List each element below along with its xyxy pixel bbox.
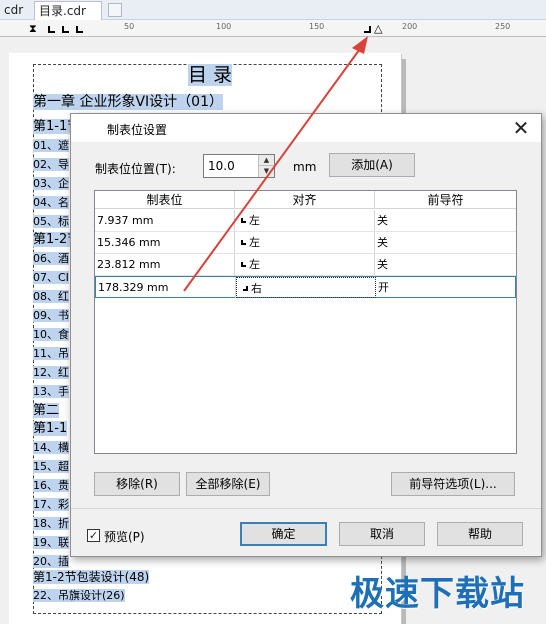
tab-position-input[interactable]	[204, 155, 258, 177]
toc-item-line: 17、彩	[33, 498, 69, 511]
toc-section-line: 第1-1	[33, 421, 68, 436]
toc-item-line: 15、超	[33, 460, 69, 473]
toc-item-line: 13、手	[33, 385, 69, 398]
remove-button[interactable]: 移除(R)	[94, 472, 180, 496]
leader-options-button[interactable]: 前导符选项(L)...	[391, 472, 515, 496]
remove-all-button[interactable]: 全部移除(E)	[186, 472, 270, 496]
tab-alignment-cell[interactable]: 左	[235, 210, 375, 231]
tab-position-label: 制表位位置(T):	[95, 162, 176, 176]
alignment-label: 左	[249, 258, 260, 271]
dialog-titlebar[interactable]: 制表位设置 ✕	[71, 114, 541, 142]
toc-item-line: 11、吊	[33, 347, 69, 360]
toc-section-line: 第1-2节包装设计(48)	[33, 570, 150, 584]
ruler-label: 150	[309, 22, 325, 31]
horizontal-ruler[interactable]: ⧗ △ 50 100 150 200 250	[0, 20, 546, 37]
preview-label: 预览(P)	[104, 530, 145, 544]
help-button[interactable]: 帮助	[437, 522, 523, 546]
tab-leader-cell[interactable]: 关	[375, 254, 516, 275]
toc-item-line: 06、酒	[33, 252, 69, 265]
tab-leader-cell[interactable]: 开	[376, 277, 517, 298]
toc-item-line: 04、名	[33, 196, 69, 209]
toc-item-line: 09、书	[33, 309, 69, 322]
tab-position-cell[interactable]: 7.937 mm	[95, 210, 235, 231]
chevron-down-icon[interactable]: ▼	[258, 166, 274, 177]
toc-item-line: 02、导	[33, 158, 69, 171]
close-icon[interactable]: ✕	[509, 116, 533, 140]
table-header: 制表位 对齐 前导符	[95, 191, 516, 209]
ruler-right-tabstop-icon[interactable]	[364, 26, 371, 33]
table-row[interactable]: 15.346 mm 左 关	[95, 232, 516, 254]
tab-leader-cell[interactable]: 关	[375, 232, 516, 253]
left-tab-icon	[241, 218, 246, 223]
document-tab-bar: cdr 目录.cdr	[0, 0, 546, 20]
site-watermark: 极速下载站	[350, 574, 525, 614]
table-row[interactable]: 178.329 mm 右 开	[95, 276, 516, 298]
ruler-label: 250	[495, 22, 511, 31]
document-title: 目 录	[188, 64, 233, 86]
toc-item-line: 16、贵	[33, 479, 69, 492]
alignment-label: 右	[251, 282, 262, 295]
new-tab-icon[interactable]	[108, 3, 122, 17]
toc-item-line: 10、食	[33, 328, 69, 341]
ruler-tabstop-icon[interactable]	[48, 26, 55, 33]
preview-checkbox[interactable]: ✓	[87, 529, 100, 542]
toc-item-line: 22、吊旗设计(26)	[33, 589, 125, 602]
toc-item-line: 18、折	[33, 517, 69, 530]
table-row[interactable]: 23.812 mm 左 关	[95, 254, 516, 276]
tab-position-spinner: ▲ ▼	[203, 154, 275, 178]
ruler-tabstop-icon[interactable]	[76, 26, 83, 33]
column-header-leader[interactable]: 前导符	[375, 191, 516, 209]
toc-item-line: 08、红	[33, 290, 69, 303]
checkmark-icon: ✓	[88, 529, 99, 542]
ruler-label: 100	[216, 22, 232, 31]
right-tab-icon	[243, 286, 248, 291]
tab-leader-cell[interactable]: 关	[375, 210, 516, 231]
left-tab-icon	[241, 262, 246, 267]
dialog-title: 制表位设置	[107, 123, 168, 137]
table-row[interactable]: 7.937 mm 左 关	[95, 210, 516, 232]
left-tab-icon	[241, 240, 246, 245]
tab-position-cell[interactable]: 15.346 mm	[95, 232, 235, 253]
toc-item-line: 19、联	[33, 536, 69, 549]
tab-active-document[interactable]: 目录.cdr	[34, 1, 102, 20]
ruler-tabstop-icon[interactable]	[62, 26, 69, 33]
chapter-heading: 第一章 企业形象VI设计（01）	[33, 94, 223, 110]
column-header-position[interactable]: 制表位	[95, 191, 235, 209]
tab-position-cell[interactable]: 178.329 mm	[96, 277, 236, 298]
alignment-label: 左	[249, 214, 260, 227]
tab-alignment-cell[interactable]: 右	[236, 277, 376, 298]
ruler-label: 200	[402, 22, 418, 31]
tab-stops-table: 制表位 对齐 前导符 7.937 mm 左关 15.346 mm 左关 23.812 m…	[94, 190, 517, 454]
chevron-up-icon[interactable]: ▲	[258, 155, 274, 166]
dialog-divider	[71, 508, 541, 509]
ok-button[interactable]: 确定	[240, 522, 327, 546]
tab-previous-document[interactable]: cdr	[0, 1, 27, 20]
toc-item-line: 01、遮	[33, 139, 69, 152]
toc-item-line: 05、标	[33, 215, 69, 228]
toc-section-line: 第二	[33, 403, 60, 418]
toc-item-line: 07、CI	[33, 271, 69, 284]
ruler-label: 50	[124, 22, 135, 31]
cancel-button[interactable]: 取消	[339, 522, 425, 546]
tab-position-cell[interactable]: 23.812 mm	[95, 254, 235, 275]
tab-settings-dialog: 制表位设置 ✕ 制表位位置(T): ▲ ▼ mm 添加(A) 制表位 对齐 前导…	[70, 113, 542, 557]
tab-alignment-cell[interactable]: 左	[235, 232, 375, 253]
toc-item-line: 03、企	[33, 177, 69, 190]
tab-alignment-cell[interactable]: 左	[235, 254, 375, 275]
alignment-label: 左	[249, 236, 260, 249]
toc-item-line: 12、红	[33, 366, 69, 379]
unit-label: mm	[293, 160, 317, 174]
add-tab-button[interactable]: 添加(A)	[329, 153, 415, 177]
ruler-right-margin-marker-icon[interactable]: △	[374, 23, 382, 34]
ruler-indent-marker-icon[interactable]: ⧗	[29, 23, 37, 34]
column-header-alignment[interactable]: 对齐	[235, 191, 375, 209]
toc-item-line: 14、横	[33, 441, 69, 454]
